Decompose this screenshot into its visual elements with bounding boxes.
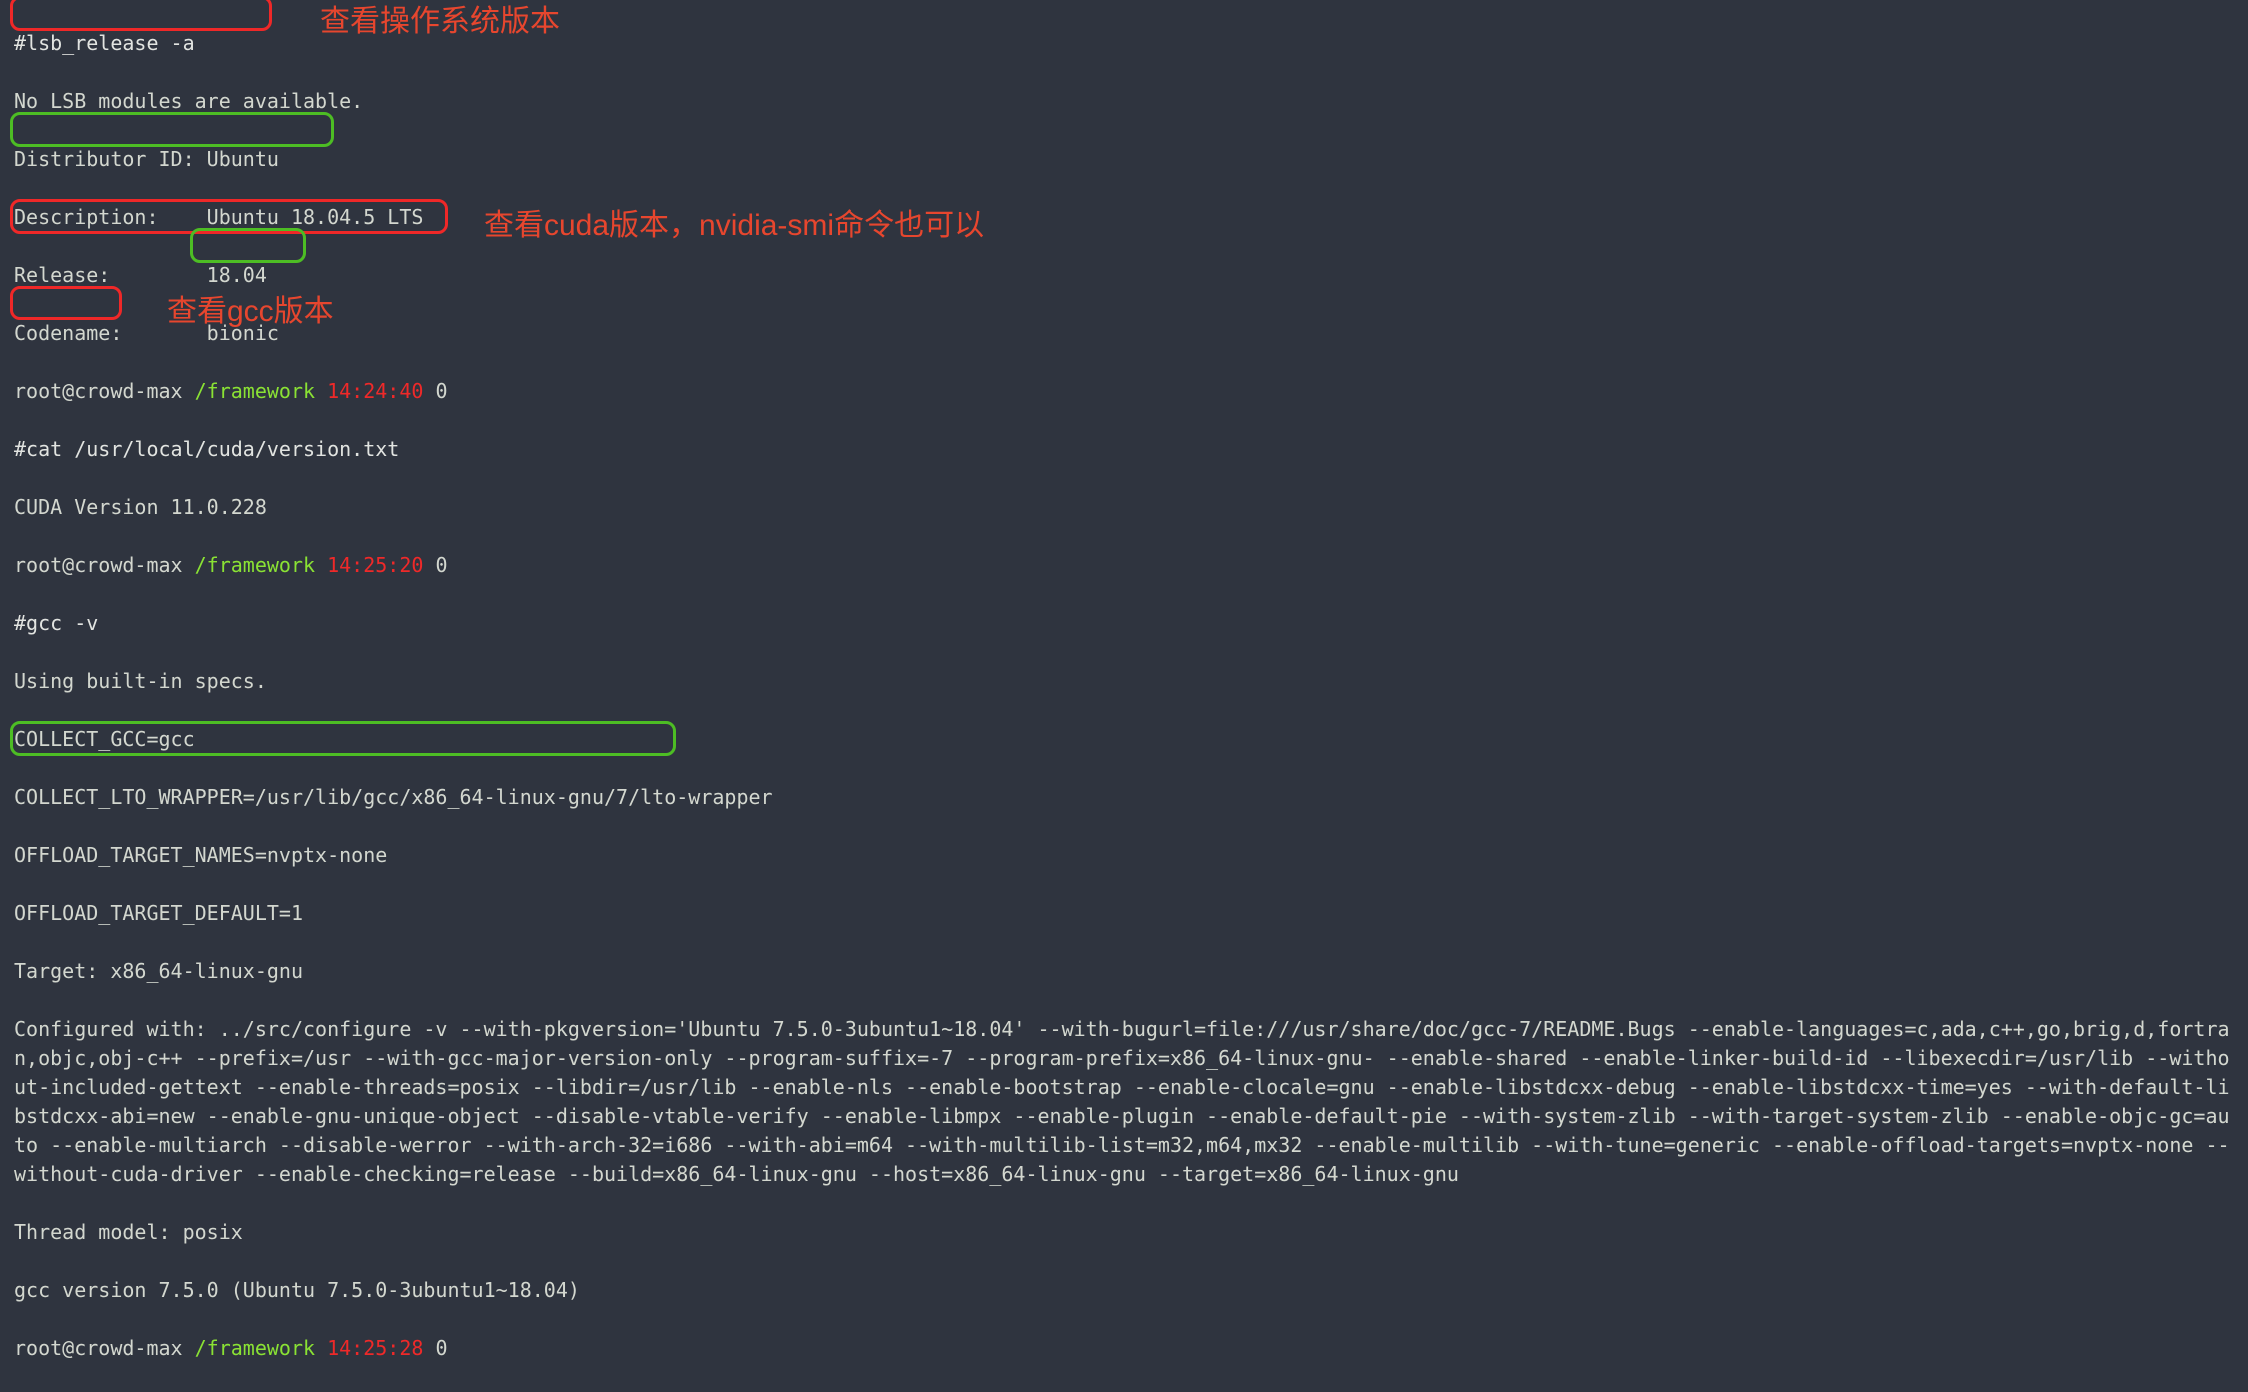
output-cuda: CUDA Version 11.0.228 [14, 493, 2234, 522]
prompt-user: root@crowd-max [14, 1336, 183, 1360]
output-line: COLLECT_LTO_WRAPPER=/usr/lib/gcc/x86_64-… [14, 783, 2234, 812]
prompt-status: 0 [435, 553, 447, 577]
space [423, 1336, 435, 1360]
output-line: Codename: bionic [14, 319, 2234, 348]
output-line: Description: Ubuntu 18.04.5 LTS [14, 203, 2234, 232]
prompt-path: /framework [195, 1336, 315, 1360]
prompt-time: 14:25:28 [327, 1336, 423, 1360]
prompt-user: root@crowd-max [14, 553, 183, 577]
output-release: Release: 18.04 [14, 261, 2234, 290]
prompt-status: 0 [435, 379, 447, 403]
space [315, 553, 327, 577]
command-cat: #cat /usr/local/cuda/version.txt [14, 437, 399, 461]
output-line: Using built-in specs. [14, 667, 2234, 696]
output-line: Distributor ID: Ubuntu [14, 145, 2234, 174]
prompt-user: root@crowd-max [14, 379, 183, 403]
prompt-time: 14:25:20 [327, 553, 423, 577]
command-gcc: #gcc -v [14, 611, 98, 635]
terminal[interactable]: #lsb_release -a No LSB modules are avail… [0, 0, 2248, 766]
output-line: OFFLOAD_TARGET_NAMES=nvptx-none [14, 841, 2234, 870]
space [315, 1336, 327, 1360]
output-configured: Configured with: ../src/configure -v --w… [14, 1015, 2234, 1189]
space [183, 379, 195, 403]
prompt-status: 0 [435, 1336, 447, 1360]
space [423, 553, 435, 577]
space [315, 379, 327, 403]
output-line: COLLECT_GCC=gcc [14, 725, 2234, 754]
command-lsb: #lsb_release -a [14, 31, 195, 55]
prompt-time: 14:24:40 [327, 379, 423, 403]
space [183, 1336, 195, 1360]
space [423, 379, 435, 403]
output-line: No LSB modules are available. [14, 87, 2234, 116]
output-line: OFFLOAD_TARGET_DEFAULT=1 [14, 899, 2234, 928]
output-line: Target: x86_64-linux-gnu [14, 957, 2234, 986]
output-gcc-version: gcc version 7.5.0 (Ubuntu 7.5.0-3ubuntu1… [14, 1276, 2234, 1305]
output-line: Thread model: posix [14, 1218, 2234, 1247]
space [183, 553, 195, 577]
prompt-path: /framework [195, 379, 315, 403]
prompt-path: /framework [195, 553, 315, 577]
